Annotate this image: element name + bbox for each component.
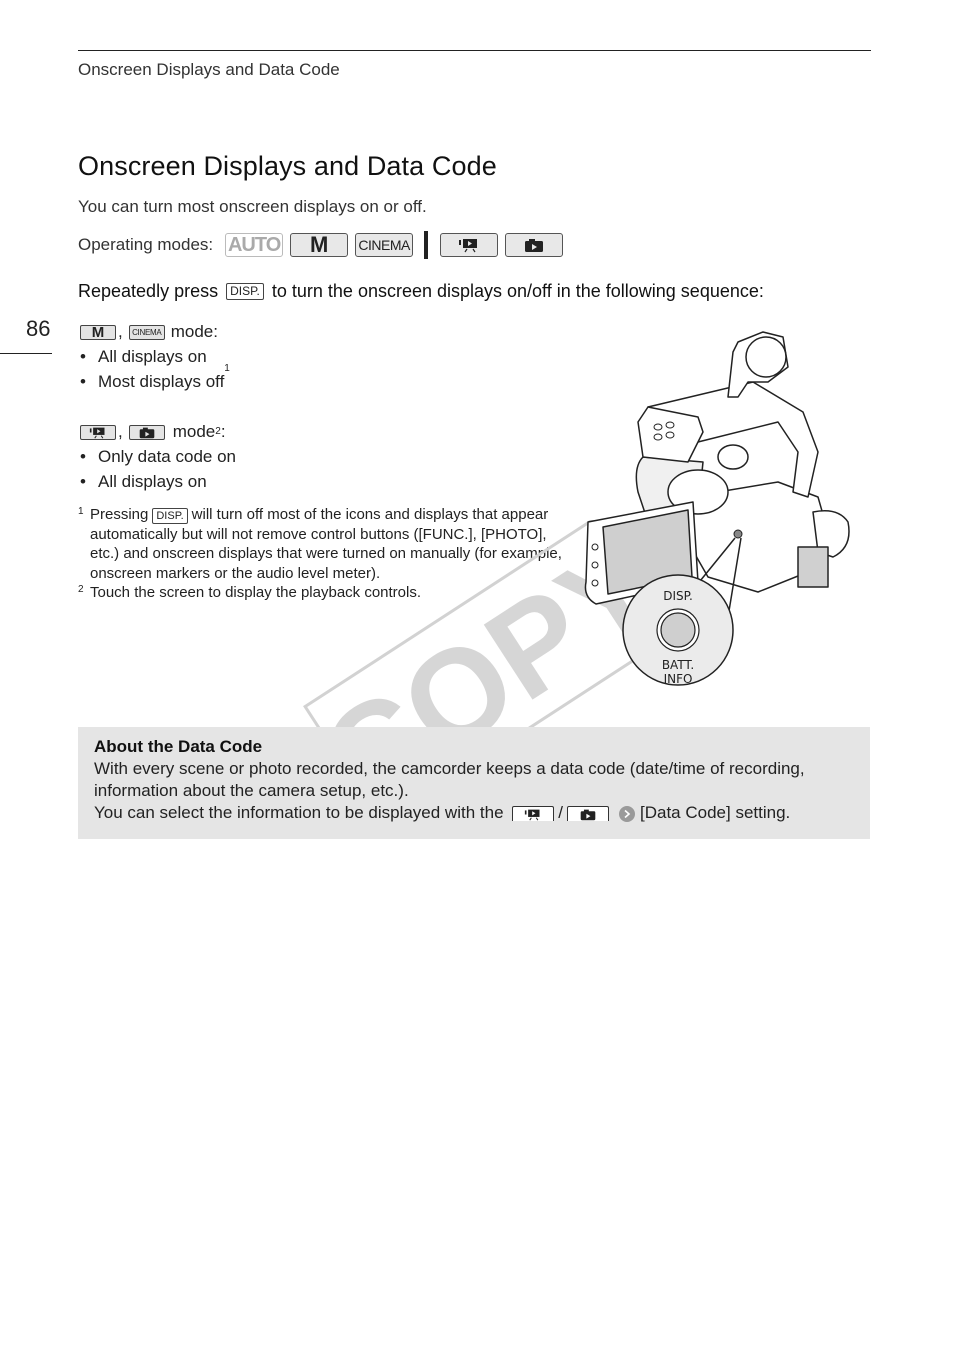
mode-cinema-small-badge: CINEMA	[128, 324, 165, 340]
footnote-1: 1 Pressing DISP. will turn off most of the…	[78, 505, 578, 583]
mode-suffix: mode:	[170, 322, 218, 341]
mode-auto-badge: AUTO	[225, 233, 284, 257]
instruction-after: to turn the onscreen displays on/off in …	[271, 281, 764, 301]
playback-mode-heading: , mode 2:	[80, 420, 236, 444]
operating-modes: Operating modes: AUTO M CINEMA	[78, 231, 570, 259]
page-number: 86	[26, 316, 51, 341]
list-item: • Only data code on	[80, 447, 236, 466]
separator-comma: ,	[118, 422, 123, 441]
instruction-line: Repeatedly press DISP. to turn the onscr…	[78, 281, 764, 302]
playback-mode-block: , mode 2: • Only data code on • All display…	[80, 420, 236, 494]
disp-key-icon: DISP.	[152, 508, 188, 524]
list-item: • All displays on	[80, 347, 207, 366]
mode-manual-small-badge: M	[80, 324, 116, 341]
photo-playback-icon	[139, 427, 155, 438]
mode-separator	[424, 231, 429, 259]
recording-mode-block: M , CINEMA mode: • All displays on • Most …	[80, 320, 230, 394]
footnote-text: Pressing DISP. will turn off most of the i…	[90, 506, 562, 582]
intro-text: You can turn most onscreen displays on o…	[78, 197, 427, 216]
movie-playback-icon	[89, 427, 105, 438]
header-rule	[78, 50, 871, 51]
playback-mode-list: • Only data code on • All displays on	[80, 444, 236, 494]
photo-playback-menu-badge	[567, 806, 609, 822]
footnote-2: 2 Touch the screen to display the playba…	[78, 583, 578, 603]
footnote-text: Touch the screen to display the playback…	[90, 584, 422, 601]
arrow-right-icon	[619, 805, 635, 822]
footnote-number: 1	[78, 506, 84, 517]
operating-modes-label: Operating modes:	[78, 235, 214, 254]
callout-disp-label: DISP.	[663, 589, 693, 603]
mode-suffix: mode	[172, 422, 216, 441]
data-code-note-box: About the Data Code With every scene or …	[78, 727, 870, 839]
movie-playback-icon	[525, 809, 540, 820]
movie-playback-small-badge	[80, 424, 116, 440]
mode-cinema-badge: CINEMA	[355, 233, 414, 257]
footnotes: 1 Pressing DISP. will turn off most of the…	[78, 505, 578, 603]
callout-info-label: INFO	[664, 672, 693, 686]
mode-photo-playback-badge	[505, 233, 564, 257]
list-item: • All displays on	[80, 472, 207, 491]
movie-playback-menu-badge	[512, 806, 555, 822]
photo-playback-icon	[525, 239, 544, 252]
list-item: • Most displays off 1	[80, 363, 230, 394]
mode-movie-playback-badge	[440, 233, 499, 257]
note-body-1: With every scene or photo recorded, the …	[94, 759, 805, 800]
page-number-rule	[0, 353, 52, 354]
footnote-ref: 1	[224, 363, 230, 374]
note-heading: About the Data Code	[94, 737, 263, 756]
photo-playback-icon	[580, 809, 596, 820]
callout-batt-label: BATT.	[662, 658, 694, 672]
separator-comma: ,	[118, 322, 123, 341]
slash-separator: /	[558, 803, 563, 822]
disp-key-icon: DISP.	[226, 283, 264, 300]
movie-playback-icon	[459, 239, 478, 253]
running-head: Onscreen Displays and Data Code	[78, 60, 340, 79]
photo-playback-small-badge	[128, 424, 165, 440]
footnote-number: 2	[78, 584, 84, 595]
note-body-2: You can select the information to be dis…	[94, 803, 791, 822]
instruction-before: Repeatedly press	[78, 281, 219, 301]
recording-mode-heading: M , CINEMA mode:	[80, 320, 230, 344]
colon: :	[220, 422, 226, 441]
camcorder-illustration: DISP. BATT. INFO	[584, 331, 850, 686]
mode-manual-badge: M	[290, 232, 349, 257]
page-title: Onscreen Displays and Data Code	[78, 151, 497, 181]
recording-mode-list: • All displays on • Most displays off 1	[80, 344, 230, 394]
